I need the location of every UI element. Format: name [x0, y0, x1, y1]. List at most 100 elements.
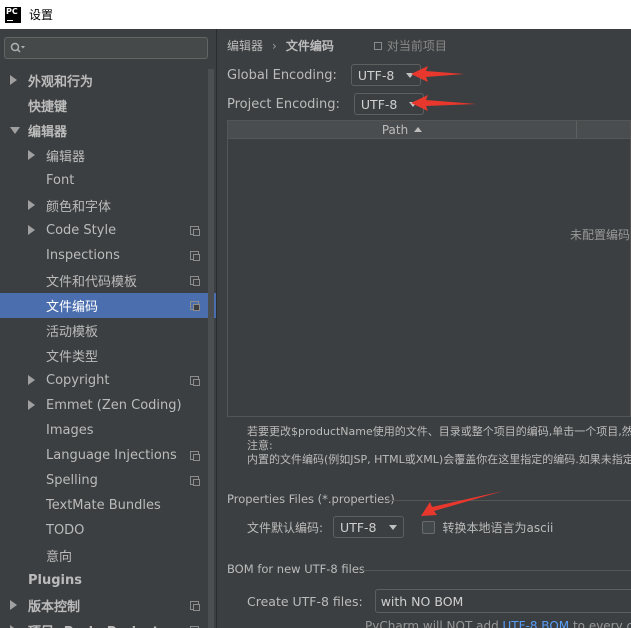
breadcrumb-current: 文件编码	[285, 39, 334, 53]
window-title: 设置	[29, 8, 54, 22]
settings-search-box[interactable]	[4, 37, 208, 59]
bom-note-link[interactable]: UTF-8 BOM	[503, 619, 570, 628]
column-header-path-label: Path	[381, 122, 409, 137]
bom-create-value: with NO BOM	[380, 593, 464, 609]
sidebar-item[interactable]: Font	[0, 168, 216, 193]
sidebar-item-label: 编辑器	[46, 150, 86, 165]
chevron-right-icon[interactable]	[28, 400, 35, 410]
sidebar-item[interactable]: 颜色和字体	[0, 193, 216, 218]
sidebar-item-label: TODO	[46, 523, 85, 538]
breadcrumb: 编辑器 › 文件编码 对当前项目	[227, 37, 447, 54]
properties-section-divider	[385, 500, 631, 501]
chevron-right-icon[interactable]	[10, 75, 17, 85]
sidebar-item[interactable]: 编辑器	[0, 143, 216, 168]
project-scope-icon	[190, 276, 200, 286]
sidebar-item[interactable]: Inspections	[0, 243, 216, 268]
sidebar-item-label: 外观和行为	[28, 75, 94, 90]
project-scope-icon	[190, 476, 200, 486]
sidebar-item-label: Emmet (Zen Coding)	[46, 398, 182, 413]
path-encoding-table[interactable]: Path 未配置编码	[227, 120, 631, 417]
properties-default-row: 文件默认编码: UTF-8 转换本地语言为ascii	[247, 516, 553, 538]
bom-note: PyCharm will NOT add UTF-8 BOM to every …	[365, 619, 631, 628]
sidebar-item[interactable]: 外观和行为	[0, 68, 216, 93]
sidebar-item[interactable]: 意向	[0, 543, 216, 568]
chevron-right-icon[interactable]	[28, 200, 35, 210]
settings-sidebar: 外观和行为 快捷键 编辑器 编辑器 Font 颜色和字体 Code Style Inspect…	[0, 29, 216, 628]
global-encoding-value: UTF-8	[357, 67, 395, 83]
chevron-down-icon	[388, 524, 397, 530]
bom-section-title: BOM for new UTF-8 files	[227, 562, 365, 576]
sidebar-item-label: Copyright	[46, 373, 110, 388]
project-scope-icon	[190, 301, 200, 311]
sidebar-item-label: Code Style	[46, 223, 117, 238]
sidebar-item[interactable]: Spelling	[0, 468, 216, 493]
sidebar-item[interactable]: 快捷键	[0, 93, 216, 118]
bom-create-label: Create UTF-8 files:	[247, 593, 363, 609]
native-ascii-checkbox[interactable]	[421, 520, 435, 534]
help-text-line-2: 注意:	[247, 439, 273, 452]
search-icon	[10, 42, 25, 53]
bom-create-combo[interactable]: with NO BOM	[374, 589, 631, 613]
sidebar-item-label: Inspections	[46, 248, 120, 263]
sidebar-item-label: 文件编码	[46, 300, 99, 315]
global-encoding-combo[interactable]: UTF-8	[350, 64, 422, 86]
sidebar-item-label: Spelling	[46, 473, 98, 488]
breadcrumb-separator: ›	[272, 38, 277, 53]
sidebar-item-label: 快捷键	[28, 100, 68, 115]
sort-ascending-icon	[414, 127, 423, 132]
sidebar-item[interactable]: Code Style	[0, 218, 216, 243]
sidebar-item[interactable]: Copyright	[0, 368, 216, 393]
bom-section-divider	[363, 570, 631, 571]
settings-tree: 外观和行为 快捷键 编辑器 编辑器 Font 颜色和字体 Code Style Inspect…	[0, 68, 216, 628]
file-encoding-panel: 编辑器 › 文件编码 对当前项目 Global Encoding: UTF-8 …	[217, 29, 631, 628]
chevron-right-icon[interactable]	[28, 150, 35, 160]
chevron-down-icon	[406, 72, 415, 78]
bom-row: Create UTF-8 files: with NO BOM	[247, 589, 631, 613]
sidebar-item-label: 文件类型	[46, 350, 99, 365]
native-ascii-label[interactable]: 转换本地语言为ascii	[443, 519, 554, 536]
help-text-line-1: 若要更改$productName使用的文件、目录或整个项目的编码,单击一个项目,…	[247, 425, 631, 438]
sidebar-item-label: 编辑器	[28, 125, 68, 140]
sidebar-item-label: Language Injections	[46, 448, 177, 463]
sidebar-item-label: 文件和代码模板	[46, 275, 138, 290]
settings-search-input[interactable]	[30, 41, 200, 55]
chevron-right-icon[interactable]	[28, 225, 35, 235]
breadcrumb-parent: 编辑器	[227, 39, 264, 53]
sidebar-item[interactable]: 文件和代码模板	[0, 268, 216, 293]
sidebar-item[interactable]: 编辑器	[0, 118, 216, 143]
chevron-down-icon[interactable]	[10, 127, 20, 134]
sidebar-item-label: TextMate Bundles	[46, 498, 161, 513]
properties-section-title: Properties Files (*.properties)	[227, 492, 395, 506]
sidebar-item-label: 颜色和字体	[46, 200, 112, 215]
sidebar-scrollbar[interactable]	[208, 69, 214, 628]
sidebar-item-label: Images	[46, 423, 94, 438]
title-bar: PC 设置	[0, 0, 631, 29]
sidebar-item[interactable]: 文件类型	[0, 343, 216, 368]
sidebar-item[interactable]: TODO	[0, 518, 216, 543]
sidebar-item-label: 活动模板	[46, 325, 99, 340]
sidebar-item[interactable]: 项目: ProbeProject	[0, 618, 216, 628]
sidebar-item[interactable]: Emmet (Zen Coding)	[0, 393, 216, 418]
column-header-encoding[interactable]	[577, 121, 630, 138]
sidebar-item-label: 意向	[46, 550, 73, 565]
chevron-down-icon	[409, 101, 418, 107]
sidebar-item[interactable]: 版本控制	[0, 593, 216, 618]
project-scope-icon	[190, 376, 200, 386]
chevron-right-icon[interactable]	[10, 600, 17, 610]
properties-default-value: UTF-8	[340, 519, 377, 535]
project-scope-icon	[190, 451, 200, 461]
chevron-right-icon[interactable]	[28, 375, 35, 385]
sidebar-item-label: 版本控制	[28, 600, 81, 615]
project-scope-label: 对当前项目	[386, 39, 447, 53]
column-header-path[interactable]: Path	[228, 121, 577, 138]
project-scope-icon	[373, 41, 382, 50]
sidebar-item[interactable]: Plugins	[0, 568, 216, 593]
sidebar-item[interactable]: TextMate Bundles	[0, 493, 216, 518]
project-encoding-combo[interactable]: UTF-8	[353, 93, 425, 115]
sidebar-item[interactable]: Language Injections	[0, 443, 216, 468]
sidebar-item[interactable]: Images	[0, 418, 216, 443]
sidebar-item[interactable]: 活动模板	[0, 318, 216, 343]
properties-default-combo[interactable]: UTF-8	[333, 516, 404, 538]
bom-note-prefix: PyCharm will NOT add	[365, 619, 503, 628]
sidebar-item[interactable]: 文件编码	[0, 293, 216, 318]
